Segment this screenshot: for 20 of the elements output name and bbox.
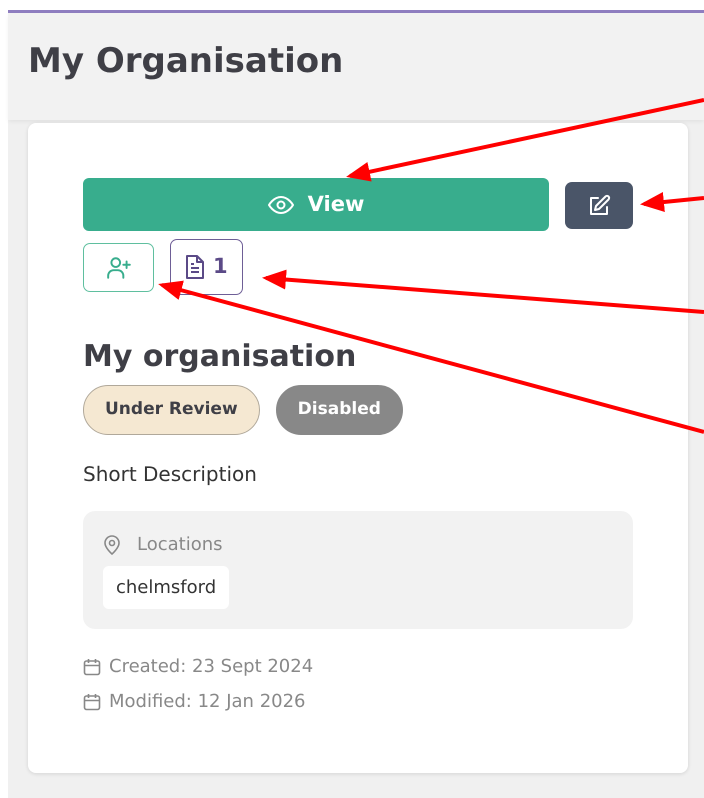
edit-icon [587,194,611,218]
add-user-icon [106,254,132,280]
annotation-arrow [640,192,704,212]
disabled-badge: Disabled [276,385,403,435]
locations-label: Locations [137,533,223,557]
document-icon [185,254,205,280]
short-description: Short Description [83,461,258,488]
calendar-icon [83,692,101,710]
page-title: My Organisation [28,41,344,82]
date-text: Modified: 12 Jan 2026 [109,690,306,714]
organisation-name: My organisation [83,339,358,375]
calendar-icon [83,658,101,676]
location-tag: chelmsford [103,566,230,609]
eye-icon [268,194,294,214]
status-badge: Under Review [83,385,260,435]
date-text: Created: 23 Sept 2024 [109,655,314,679]
location-pin-icon [103,534,121,554]
documents-button[interactable]: 1 [170,239,243,295]
edit-button[interactable] [565,182,633,229]
add-user-button[interactable] [83,243,154,292]
